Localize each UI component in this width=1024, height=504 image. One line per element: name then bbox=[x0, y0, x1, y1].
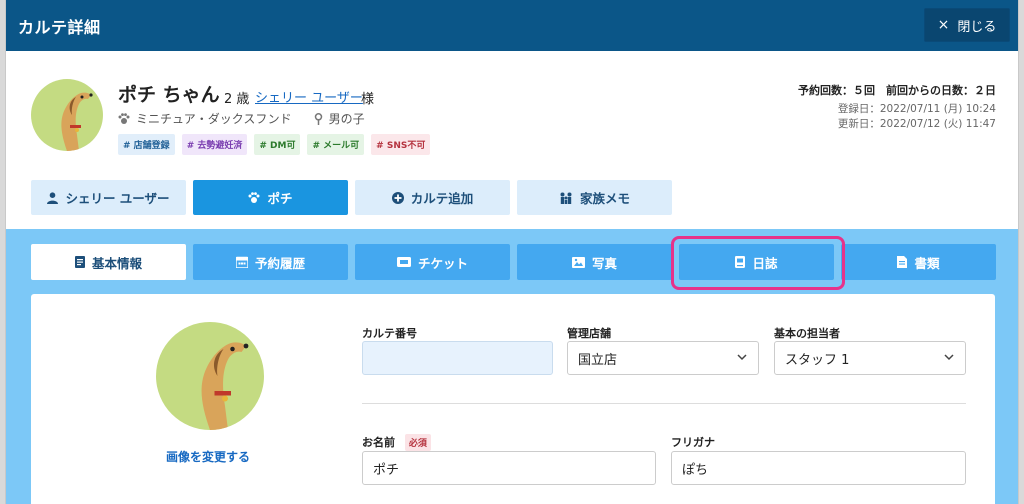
tab-bar: 基本情報 予約履歴 チケット 写真 日誌 書類 bbox=[31, 244, 996, 280]
family-memo-button[interactable]: 家族メモ bbox=[517, 180, 672, 215]
pet-photo bbox=[156, 322, 264, 430]
owner-link[interactable]: シェリー ユーザー bbox=[255, 87, 363, 106]
store-label: 管理店舗 bbox=[567, 327, 611, 340]
name-field[interactable]: ポチ bbox=[362, 451, 656, 485]
sex-text: 男の子 bbox=[328, 112, 365, 126]
male-icon bbox=[314, 112, 322, 125]
close-icon: × bbox=[937, 17, 950, 33]
name-label: お名前 必須 bbox=[362, 434, 431, 451]
pet-button-label: ポチ bbox=[267, 191, 293, 206]
pet-age: 2 歳 bbox=[224, 92, 250, 107]
staff-value: スタッフ 1 bbox=[785, 352, 850, 368]
tab-label: チケット bbox=[417, 255, 468, 271]
tab-journal[interactable]: 日誌 bbox=[679, 244, 834, 280]
tab-label: 日誌 bbox=[752, 255, 778, 271]
family-memo-label: 家族メモ bbox=[579, 191, 630, 206]
close-button[interactable]: × 閉じる bbox=[924, 8, 1010, 42]
change-image-link[interactable]: 画像を変更する bbox=[166, 448, 250, 465]
tab-reservation-history[interactable]: 予約履歴 bbox=[193, 244, 348, 280]
tag: # メール可 bbox=[307, 134, 365, 155]
tab-label: 予約履歴 bbox=[254, 255, 305, 271]
chevron-down-icon bbox=[944, 354, 954, 361]
tag: # 去勢避妊済 bbox=[181, 134, 248, 155]
family-icon bbox=[560, 192, 572, 204]
paw-icon bbox=[118, 113, 130, 124]
updated-date: 更新日：2022/07/12 (火) 11:47 bbox=[837, 118, 996, 130]
staff-select[interactable]: スタッフ 1 bbox=[774, 341, 966, 375]
tab-label: 写真 bbox=[591, 255, 617, 271]
tag-list: # 店舗登録 # 去勢避妊済 # DM可 # メール可 # SNS不可 bbox=[118, 134, 431, 155]
name-label-text: お名前 bbox=[362, 436, 395, 449]
registered-date: 登録日：2022/07/11 (月) 10:24 bbox=[837, 103, 996, 115]
chevron-down-icon bbox=[737, 354, 747, 361]
pet-name: ポチ ちゃん bbox=[118, 84, 220, 106]
header-bar: カルテ詳細 × 閉じる bbox=[6, 0, 1018, 51]
calendar-icon bbox=[235, 256, 248, 268]
owner-action-row: シェリー ユーザー ポチ カルテ追加 家族メモ bbox=[31, 180, 672, 215]
tab-ticket[interactable]: チケット bbox=[355, 244, 510, 280]
image-icon bbox=[571, 256, 585, 268]
page-title: カルテ詳細 bbox=[18, 17, 101, 37]
owner-button[interactable]: シェリー ユーザー bbox=[31, 180, 186, 215]
dog-illustration-icon bbox=[61, 92, 93, 151]
staff-label: 基本の担当者 bbox=[774, 327, 840, 340]
file-icon bbox=[897, 256, 908, 268]
store-value: 国立店 bbox=[578, 352, 618, 368]
owner-button-label: シェリー ユーザー bbox=[65, 191, 170, 206]
pet-avatar bbox=[31, 79, 103, 151]
add-karte-label: カルテ追加 bbox=[410, 191, 474, 206]
tag: # DM可 bbox=[254, 134, 301, 155]
breed-text: ミニチュア・ダックスフンド bbox=[136, 112, 292, 126]
karte-number-label: カルテ番号 bbox=[362, 327, 417, 340]
required-badge: 必須 bbox=[404, 434, 431, 451]
honorific: 様 bbox=[361, 92, 375, 107]
visit-stats: 予約回数：５回 前回からの日数：２日 bbox=[798, 84, 996, 97]
breed-row: ミニチュア・ダックスフンド 男の子 bbox=[118, 110, 365, 127]
journal-icon bbox=[735, 256, 746, 268]
tab-documents[interactable]: 書類 bbox=[841, 244, 996, 280]
add-karte-button[interactable]: カルテ追加 bbox=[355, 180, 510, 215]
paw-icon bbox=[248, 192, 260, 203]
furigana-field[interactable]: ぽち bbox=[671, 451, 966, 485]
furigana-label: フリガナ bbox=[671, 436, 715, 449]
record-dates: 登録日：2022/07/11 (月) 10:24 更新日：2022/07/12 … bbox=[838, 102, 996, 132]
ticket-icon bbox=[396, 257, 411, 267]
section-divider bbox=[362, 403, 966, 404]
pet-button[interactable]: ポチ bbox=[193, 180, 348, 215]
dog-illustration-icon bbox=[201, 342, 249, 430]
tag: # 店舗登録 bbox=[118, 134, 175, 155]
store-select[interactable]: 国立店 bbox=[567, 341, 759, 375]
user-icon bbox=[47, 191, 59, 204]
document-icon bbox=[74, 256, 85, 268]
tab-label: 基本情報 bbox=[91, 255, 142, 271]
close-label: 閉じる bbox=[957, 19, 997, 35]
tab-basic-info[interactable]: 基本情報 bbox=[31, 244, 186, 280]
karte-number-field[interactable] bbox=[362, 341, 553, 375]
tag: # SNS不可 bbox=[371, 134, 431, 155]
karte-detail-window: カルテ詳細 × 閉じる ポチ ちゃん 2 歳 シェリー ユーザー 様 ミニチュア… bbox=[5, 0, 1019, 504]
tab-photos[interactable]: 写真 bbox=[517, 244, 672, 280]
tab-label: 書類 bbox=[914, 255, 940, 271]
plus-circle-icon bbox=[391, 191, 404, 204]
